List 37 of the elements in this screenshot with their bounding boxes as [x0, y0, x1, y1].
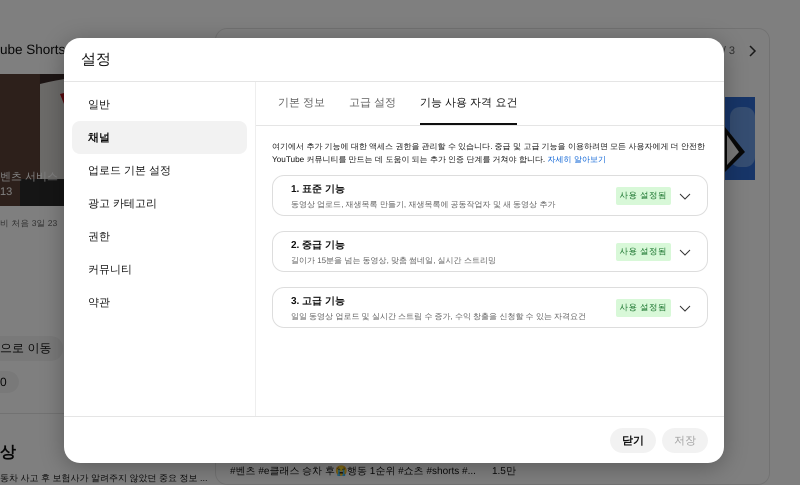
view-count: 1.5만 — [492, 465, 516, 478]
chip[interactable]: 0 — [0, 371, 19, 393]
status-badge: 사용 설정됨 — [616, 298, 671, 316]
nav-item[interactable]: 일반 — [72, 88, 247, 121]
feature-card[interactable]: 3. 고급 기능 일일 동영상 업로드 및 실시간 스트림 수 증가, 수익 창출을 신청할 수 있는 자격요건 사용 설정됨 — [272, 287, 708, 328]
status-badge: 사용 설정됨 — [616, 186, 671, 204]
thumbnail-caption: 벤츠 서비스 — [0, 170, 58, 184]
dialog-button[interactable]: 닫기 — [610, 428, 656, 452]
video-title[interactable]: 동차 사고 후 보험사가 알려주지 않았던 중요 정보 ... — [0, 471, 208, 485]
feature-title: 1. 표준 기능 — [291, 182, 346, 196]
tab[interactable]: 기능 사용 자격 요건 — [420, 82, 518, 125]
feature-description: 일일 동영상 업로드 및 실시간 스트림 수 증가, 수익 창출을 신청할 수 있는 자격요건 — [291, 310, 588, 322]
tab[interactable]: 고급 설정 — [349, 82, 396, 125]
description-text: 여기에서 추가 기능에 대한 액세스 권한을 관리할 수 있습니다. 중급 및 고급 기능을 이용하려면 모든 사용자에게 더 안전한 YouTube 커뮤니티를 만드는 데 도움이 되는 추가 인증 단계를 거쳐야 합니다. 자세히 알아보기 — [272, 141, 706, 166]
tab[interactable]: 기본 정보 — [278, 82, 326, 125]
feature-description: 동영상 업로드, 재생목록 만들기, 재생목록에 공동작업자 및 새 동영상 추가 — [291, 198, 556, 210]
nav-item[interactable]: 약관 — [72, 286, 247, 319]
card-title: ube Shorts — [0, 42, 66, 59]
learn-more-link[interactable]: 자세히 알아보기 — [547, 155, 606, 164]
feature-title: 2. 중급 기능 — [291, 238, 346, 252]
dialog-title: 설정 — [81, 50, 111, 69]
status-badge: 사용 설정됨 — [616, 242, 671, 260]
nav-item[interactable]: 채널 — [72, 121, 247, 154]
feature-card[interactable]: 1. 표준 기능 동영상 업로드, 재생목록 만들기, 재생목록에 공동작업자 및 새 동영상 추가 사용 설정됨 — [272, 175, 708, 216]
chevron-right-icon[interactable] — [747, 45, 757, 57]
nav-item[interactable]: 권한 — [72, 220, 247, 253]
video-meta: 비 처음 3일 23 — [0, 218, 58, 230]
feature-title: 3. 고급 기능 — [291, 294, 346, 308]
nav-item[interactable]: 업로드 기본 설정 — [72, 154, 247, 187]
nav-item[interactable]: 광고 카테고리 — [72, 187, 247, 220]
chip[interactable]: 으로 이동 — [0, 336, 64, 361]
feature-description: 길이가 15분을 넘는 동영상, 맞춤 썸네일, 실시간 스트리밍 — [291, 254, 497, 266]
nav-item[interactable]: 커뮤니티 — [72, 253, 247, 286]
view-count: 13 — [0, 186, 12, 198]
section-title: 상 — [0, 443, 17, 463]
feature-card[interactable]: 2. 중급 기능 길이가 15분을 넘는 동영상, 맞춤 썸네일, 실시간 스트리밍 사용 설정됨 — [272, 231, 708, 272]
video-caption[interactable]: #벤츠 #e클래스 승차 후😭행동 1순위 #쇼츠 #shorts #... — [230, 464, 476, 478]
